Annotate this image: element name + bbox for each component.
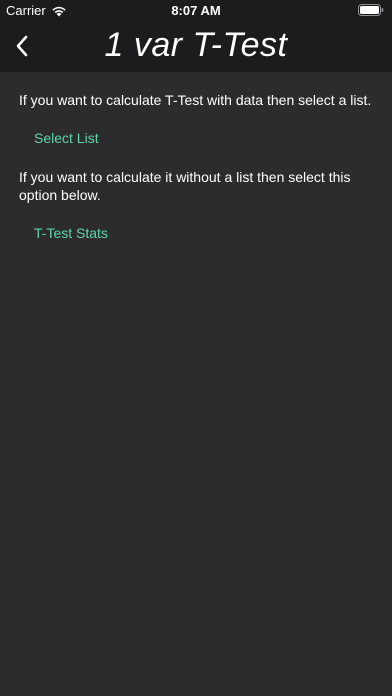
nav-bar: 1 var T-Test [0, 20, 392, 72]
main-content: If you want to calculate T-Test with dat… [0, 72, 392, 242]
status-time: 8:07 AM [171, 3, 221, 18]
instruction-without-list: If you want to calculate it without a li… [19, 169, 351, 203]
screen: Carrier 8:07 AM 1 var T-Test If you want… [0, 0, 392, 696]
battery-icon [358, 4, 384, 16]
select-list-button[interactable]: Select List [34, 129, 392, 147]
instruction-select-list: If you want to calculate T-Test with dat… [19, 92, 372, 108]
status-bar: Carrier 8:07 AM [0, 0, 392, 20]
page-title: 1 var T-Test [104, 26, 288, 64]
t-test-stats-button[interactable]: T-Test Stats [34, 224, 392, 242]
top-area: Carrier 8:07 AM 1 var T-Test [0, 0, 392, 72]
